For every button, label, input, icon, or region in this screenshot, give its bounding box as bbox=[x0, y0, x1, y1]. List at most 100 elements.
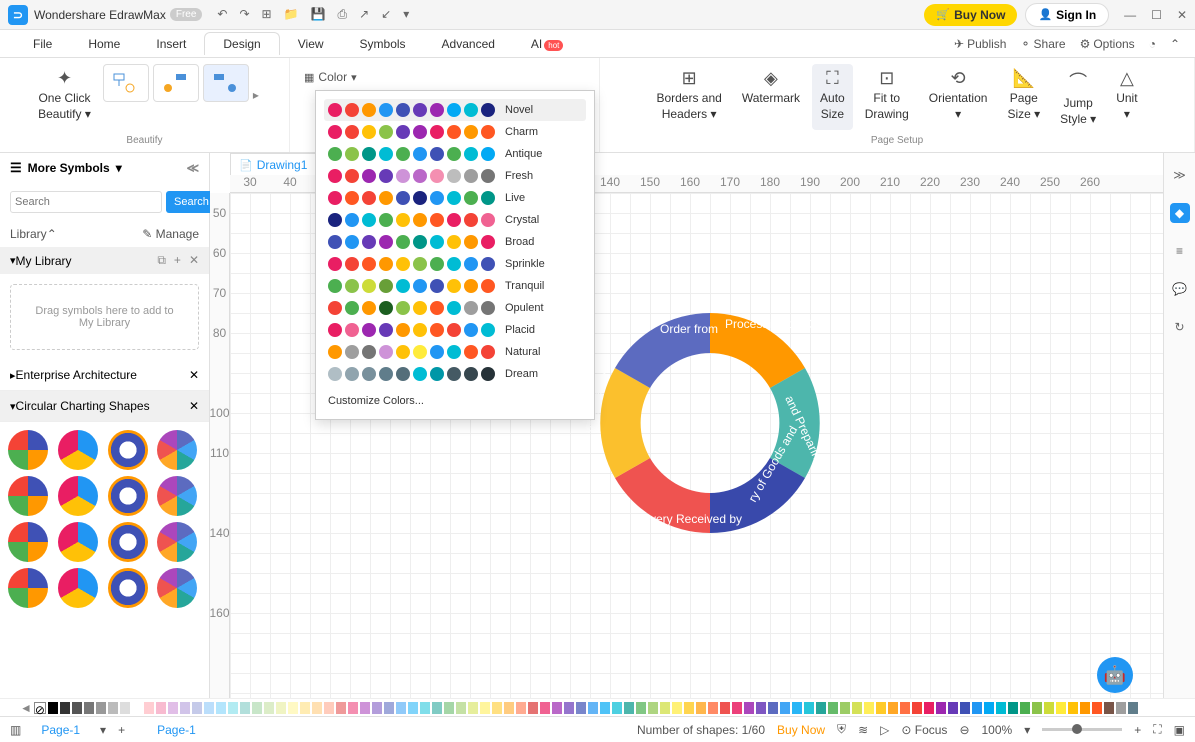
color-swatch[interactable] bbox=[912, 702, 922, 714]
theme-1[interactable] bbox=[103, 64, 149, 102]
auto-size-button[interactable]: ⛶AutoSize bbox=[812, 64, 853, 130]
palette-natural[interactable]: Natural bbox=[324, 341, 586, 363]
palette-opulent[interactable]: Opulent bbox=[324, 297, 586, 319]
color-swatch[interactable] bbox=[192, 702, 202, 714]
close-section-icon[interactable]: ✕ bbox=[189, 399, 199, 413]
circular-shapes-section[interactable]: ▾ Circular Charting Shapes✕ bbox=[0, 391, 209, 422]
manage-link[interactable]: ✎ Manage bbox=[142, 227, 199, 241]
palette-tranquil[interactable]: Tranquil bbox=[324, 275, 586, 297]
buy-now-button[interactable]: 🛒 Buy Now bbox=[924, 4, 1017, 26]
menu-design[interactable]: Design bbox=[204, 32, 279, 55]
color-swatch[interactable] bbox=[456, 702, 466, 714]
color-swatch[interactable] bbox=[552, 702, 562, 714]
color-swatch[interactable] bbox=[420, 702, 430, 714]
color-swatch[interactable] bbox=[804, 702, 814, 714]
focus-button[interactable]: ⊙ Focus bbox=[901, 723, 947, 737]
options-button[interactable]: ⚙ Options bbox=[1080, 37, 1135, 51]
color-swatch[interactable] bbox=[756, 702, 766, 714]
color-swatch[interactable] bbox=[204, 702, 214, 714]
color-swatch[interactable] bbox=[540, 702, 550, 714]
search-input[interactable] bbox=[10, 191, 162, 213]
color-swatch[interactable] bbox=[528, 702, 538, 714]
color-swatch[interactable] bbox=[120, 702, 130, 714]
color-swatch[interactable] bbox=[888, 702, 898, 714]
color-swatch[interactable] bbox=[1056, 702, 1066, 714]
color-swatch[interactable] bbox=[948, 702, 958, 714]
status-icon[interactable]: ⛨ bbox=[837, 722, 846, 737]
color-swatch[interactable] bbox=[564, 702, 574, 714]
color-swatch[interactable] bbox=[1080, 702, 1090, 714]
color-swatch[interactable] bbox=[936, 702, 946, 714]
color-swatch[interactable] bbox=[648, 702, 658, 714]
no-fill-icon[interactable]: ⊘ bbox=[34, 702, 46, 714]
color-swatch[interactable] bbox=[792, 702, 802, 714]
customize-colors-button[interactable]: Customize Colors... bbox=[324, 385, 586, 411]
color-swatch[interactable] bbox=[624, 702, 634, 714]
color-swatch[interactable] bbox=[852, 702, 862, 714]
fit-icon[interactable]: ⛶ bbox=[1153, 722, 1161, 737]
print-icon[interactable]: ⎙ bbox=[338, 7, 348, 22]
color-swatch[interactable] bbox=[504, 702, 514, 714]
publish-button[interactable]: ✈ Publish bbox=[954, 37, 1006, 51]
color-swatch[interactable] bbox=[684, 702, 694, 714]
present-icon[interactable]: ▷ bbox=[880, 723, 889, 737]
help-bubble-icon[interactable]: 🤖 bbox=[1097, 657, 1133, 693]
color-swatch[interactable] bbox=[156, 702, 166, 714]
color-swatch[interactable] bbox=[732, 702, 742, 714]
shape-14[interactable] bbox=[108, 568, 148, 608]
palette-broad[interactable]: Broad bbox=[324, 231, 586, 253]
menu-view[interactable]: View bbox=[280, 33, 342, 55]
shape-8[interactable] bbox=[8, 522, 48, 562]
add-page-icon[interactable]: + bbox=[118, 723, 125, 737]
fullscreen-icon[interactable]: ▣ bbox=[1174, 723, 1185, 737]
pages-icon[interactable]: ▥ bbox=[10, 723, 21, 737]
export-icon[interactable]: ↗ bbox=[359, 7, 369, 22]
one-click-beautify-button[interactable]: ✦ One Click Beautify ▾ bbox=[30, 64, 99, 125]
color-swatch[interactable] bbox=[1128, 702, 1138, 714]
layers-icon[interactable]: ≋ bbox=[858, 723, 868, 737]
my-library-section[interactable]: ▾ My Library⧉+✕ bbox=[0, 247, 209, 274]
open-icon[interactable]: 📁 bbox=[284, 7, 299, 22]
color-swatch[interactable] bbox=[708, 702, 718, 714]
color-swatch[interactable] bbox=[468, 702, 478, 714]
color-swatch[interactable] bbox=[168, 702, 178, 714]
palette-novel[interactable]: Novel bbox=[324, 99, 586, 121]
color-swatch[interactable] bbox=[312, 702, 322, 714]
color-swatch[interactable] bbox=[864, 702, 874, 714]
orientation-button[interactable]: ⟲Orientation▾ bbox=[921, 64, 996, 130]
outline-panel-icon[interactable]: ≡ bbox=[1170, 241, 1190, 261]
dropdown-icon[interactable]: ▾ bbox=[403, 7, 409, 22]
color-swatch[interactable] bbox=[252, 702, 262, 714]
color-swatch[interactable] bbox=[1104, 702, 1114, 714]
notify-icon[interactable]: ◔ bbox=[1149, 37, 1156, 51]
color-swatch[interactable] bbox=[324, 702, 334, 714]
color-swatch[interactable] bbox=[372, 702, 382, 714]
chevron-down-icon[interactable]: ▾ bbox=[116, 161, 122, 175]
color-swatch[interactable] bbox=[612, 702, 622, 714]
color-swatch[interactable] bbox=[1032, 702, 1042, 714]
palette-live[interactable]: Live bbox=[324, 187, 586, 209]
color-swatch[interactable] bbox=[96, 702, 106, 714]
share-button[interactable]: ⚬ Share bbox=[1020, 37, 1065, 51]
redo-icon[interactable]: ↷ bbox=[239, 7, 249, 22]
shape-0[interactable] bbox=[8, 430, 48, 470]
shape-5[interactable] bbox=[58, 476, 98, 516]
palette-sprinkle[interactable]: Sprinkle bbox=[324, 253, 586, 275]
color-swatch[interactable] bbox=[108, 702, 118, 714]
donut-chart-shape[interactable]: Order from Processing the Ord and Prepar… bbox=[580, 293, 840, 553]
remove-icon[interactable]: ✕ bbox=[189, 253, 199, 268]
page-menu-icon[interactable]: ▾ bbox=[100, 723, 106, 737]
minimize-icon[interactable]: — bbox=[1124, 8, 1136, 22]
import-icon[interactable]: ↙ bbox=[381, 7, 391, 22]
color-swatch[interactable] bbox=[636, 702, 646, 714]
color-swatch[interactable] bbox=[1068, 702, 1078, 714]
color-swatch[interactable] bbox=[516, 702, 526, 714]
enterprise-arch-section[interactable]: ▸ Enterprise Architecture✕ bbox=[0, 360, 209, 391]
shape-7[interactable] bbox=[157, 476, 197, 516]
color-swatch[interactable] bbox=[960, 702, 970, 714]
color-swatch[interactable] bbox=[288, 702, 298, 714]
shape-15[interactable] bbox=[157, 568, 197, 608]
shape-10[interactable] bbox=[108, 522, 148, 562]
menu-insert[interactable]: Insert bbox=[138, 33, 204, 55]
color-swatch[interactable] bbox=[228, 702, 238, 714]
